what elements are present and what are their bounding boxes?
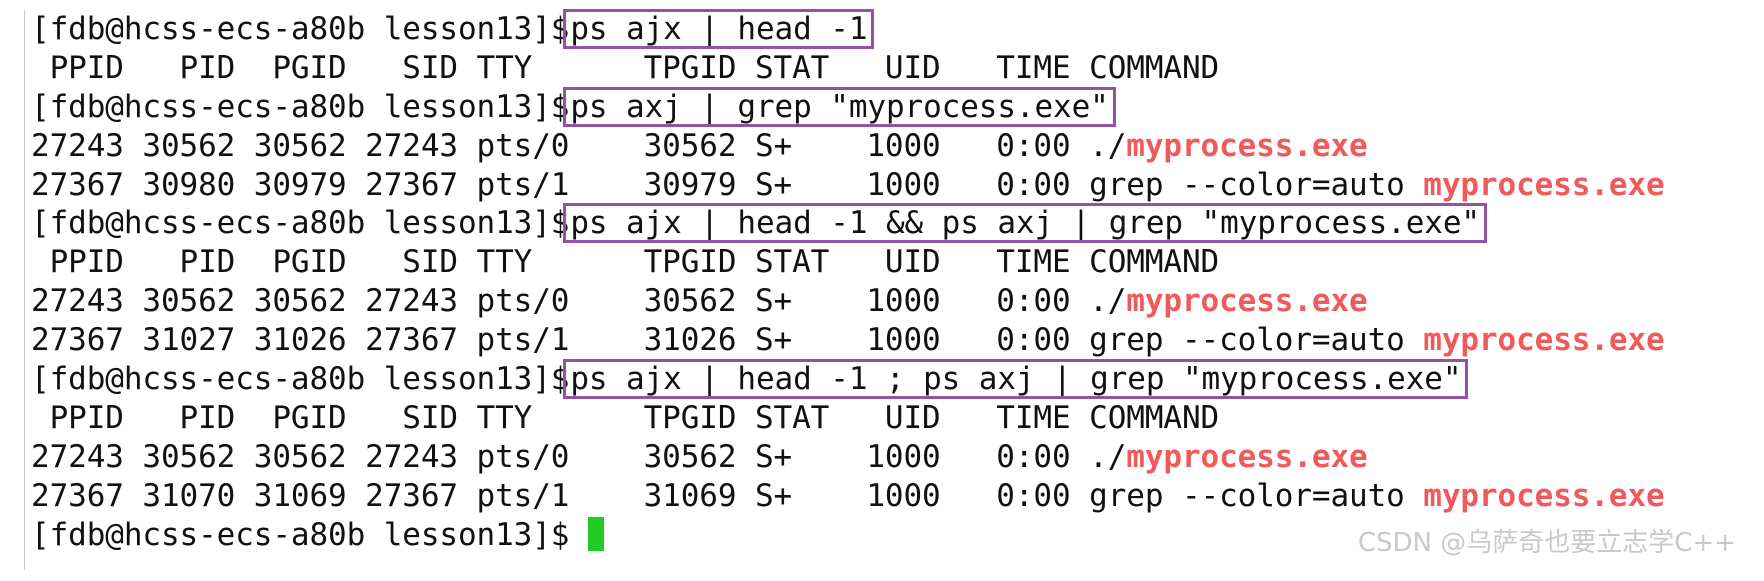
command-highlight-box: ps ajx | head -1 && ps axj | grep "mypro… — [563, 203, 1487, 244]
grep-match-highlight: myprocess.exe — [1423, 166, 1665, 203]
watermark: CSDN @乌萨奇也要立志学C++ — [1357, 528, 1736, 558]
output-line: 27243 30562 30562 27243 pts/0 30562 S+ 1… — [31, 127, 1665, 166]
output-line: PPID PID PGID SID TTY TPGID STAT UID TIM… — [31, 49, 1665, 88]
output-line: 27243 30562 30562 27243 pts/0 30562 S+ 1… — [31, 438, 1665, 477]
grep-match-highlight: myprocess.exe — [1126, 438, 1368, 475]
output-line: PPID PID PGID SID TTY TPGID STAT UID TIM… — [31, 399, 1665, 438]
terminal-left-border — [24, 10, 25, 570]
grep-match-highlight: myprocess.exe — [1423, 477, 1665, 514]
prompt-line: [fdb@hcss-ecs-a80b lesson13]$ps ajx | he… — [31, 9, 1665, 49]
output-text: PPID PID PGID SID TTY TPGID STAT UID TIM… — [31, 399, 1220, 436]
output-text: PPID PID PGID SID TTY TPGID STAT UID TIM… — [31, 244, 1220, 281]
command-highlight-box: ps ajx | head -1 — [563, 9, 875, 49]
shell-prompt: [fdb@hcss-ecs-a80b lesson13]$ — [31, 205, 570, 242]
cursor[interactable] — [587, 516, 604, 551]
prompt-line: [fdb@hcss-ecs-a80b lesson13]$ps axj | gr… — [31, 86, 1665, 127]
prompt-line: [fdb@hcss-ecs-a80b lesson13]$ps ajx | he… — [31, 203, 1665, 244]
output-text: PPID PID PGID SID TTY TPGID STAT UID TIM… — [31, 49, 1220, 86]
output-line: 27367 31070 31069 27367 pts/1 31069 S+ 1… — [31, 477, 1665, 516]
output-line: 27243 30562 30562 27243 pts/0 30562 S+ 1… — [31, 282, 1665, 321]
command-highlight-box: ps ajx | head -1 ; ps axj | grep "myproc… — [563, 359, 1469, 400]
output-text: 27243 30562 30562 27243 pts/0 30562 S+ 1… — [31, 283, 1127, 320]
shell-prompt: [fdb@hcss-ecs-a80b lesson13]$ — [31, 88, 570, 125]
terminal-window[interactable]: [fdb@hcss-ecs-a80b lesson13]$ps ajx | he… — [0, 0, 1764, 581]
terminal-screen[interactable]: [fdb@hcss-ecs-a80b lesson13]$ps ajx | he… — [31, 9, 1665, 554]
output-line: PPID PID PGID SID TTY TPGID STAT UID TIM… — [31, 243, 1665, 282]
grep-match-highlight: myprocess.exe — [1423, 322, 1665, 359]
output-text: 27243 30562 30562 27243 pts/0 30562 S+ 1… — [31, 438, 1127, 475]
shell-prompt: [fdb@hcss-ecs-a80b lesson13]$ — [31, 11, 570, 47]
shell-prompt: [fdb@hcss-ecs-a80b lesson13]$ — [31, 516, 570, 553]
output-text: 27243 30562 30562 27243 pts/0 30562 S+ 1… — [31, 127, 1127, 164]
output-text: 27367 31070 31069 27367 pts/1 31069 S+ 1… — [31, 477, 1424, 514]
output-text: 27367 31027 31026 27367 pts/1 31026 S+ 1… — [31, 322, 1424, 359]
command-highlight-box: ps axj | grep "myprocess.exe" — [563, 86, 1116, 127]
grep-match-highlight: myprocess.exe — [1126, 127, 1368, 164]
prompt-line: [fdb@hcss-ecs-a80b lesson13]$ps ajx | he… — [31, 359, 1665, 400]
output-text: 27367 30980 30979 27367 pts/1 30979 S+ 1… — [31, 166, 1424, 203]
output-line: 27367 31027 31026 27367 pts/1 31026 S+ 1… — [31, 321, 1665, 360]
shell-prompt: [fdb@hcss-ecs-a80b lesson13]$ — [31, 361, 570, 398]
output-line: 27367 30980 30979 27367 pts/1 30979 S+ 1… — [31, 166, 1665, 205]
grep-match-highlight: myprocess.exe — [1126, 283, 1368, 320]
